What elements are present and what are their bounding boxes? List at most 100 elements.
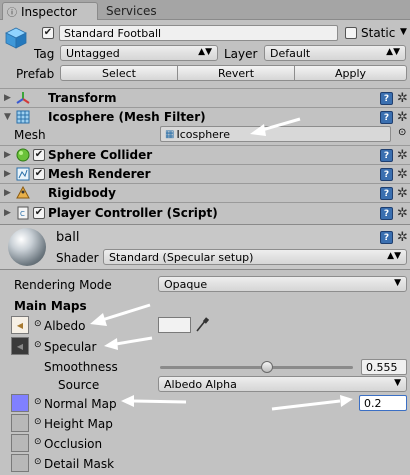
normal-map-texture-slot[interactable] (11, 394, 29, 412)
eyedropper-icon[interactable] (195, 317, 209, 333)
height-map-picker-icon[interactable]: ⊙ (34, 417, 42, 427)
annotation-arrow-albedo (90, 303, 151, 326)
help-icon[interactable]: ? (380, 92, 393, 105)
gear-icon[interactable]: ✲ (397, 168, 408, 181)
help-icon[interactable]: ? (380, 111, 393, 124)
rendering-mode-dropdown[interactable]: Opaque ▼ (158, 276, 407, 292)
foldout-arrow-icon[interactable]: ▶ (4, 150, 11, 160)
player-controller-enabled-checkbox[interactable]: ✔ (33, 207, 45, 219)
albedo-picker-icon[interactable]: ⊙ (34, 319, 42, 329)
prefab-revert-button[interactable]: Revert (177, 65, 295, 81)
shader-dropdown[interactable]: Standard (Specular setup) ▲▼ (103, 249, 407, 265)
normal-map-label: Normal Map (44, 397, 117, 411)
sphere-collider-title: Sphere Collider (48, 148, 153, 162)
gear-icon[interactable]: ✲ (397, 149, 408, 162)
albedo-color-swatch[interactable] (158, 317, 191, 333)
material-name: ball (56, 230, 80, 245)
tab-services-label: Services (106, 4, 157, 18)
player-controller-component-header[interactable]: ▶ C ✔ Player Controller (Script) ? ✲ (0, 202, 410, 224)
rigidbody-icon (16, 186, 30, 199)
occlusion-label: Occlusion (44, 437, 103, 451)
rendering-mode-label: Rendering Mode (14, 278, 112, 292)
tab-inspector-label: Inspector (21, 4, 77, 19)
object-name-value: Standard Football (64, 26, 162, 40)
albedo-texture-slot[interactable]: ◀ (11, 316, 29, 334)
occlusion-picker-icon[interactable]: ⊙ (34, 437, 42, 447)
smoothness-slider-knob[interactable] (261, 361, 274, 373)
help-icon[interactable]: ? (380, 231, 393, 244)
tag-dropdown[interactable]: Untagged ▲▼ (60, 45, 218, 61)
albedo-label: Albedo (44, 319, 86, 333)
script-file-icon: C (17, 206, 29, 220)
gear-icon[interactable]: ✲ (397, 231, 408, 244)
transform-component-header[interactable]: ▶ Transform ? ✲ (0, 88, 410, 107)
tab-inspector[interactable]: ⓘ Inspector (2, 2, 98, 20)
detail-mask-texture-slot[interactable] (11, 454, 29, 472)
specular-picker-icon[interactable]: ⊙ (34, 340, 42, 350)
static-checkbox[interactable] (345, 27, 357, 39)
mesh-filter-grid-icon (16, 110, 30, 124)
help-icon[interactable]: ? (380, 149, 393, 162)
smoothness-slider-track[interactable] (160, 366, 353, 369)
mesh-renderer-component-header[interactable]: ▶ ✔ Mesh Renderer ? ✲ (0, 164, 410, 183)
chevron-down-icon: ▼ (394, 278, 401, 288)
static-dropdown-arrow-icon[interactable]: ▼ (400, 27, 407, 37)
help-icon[interactable]: ? (380, 207, 393, 220)
help-icon[interactable]: ? (380, 168, 393, 181)
mesh-renderer-icon (16, 167, 30, 181)
main-maps-heading: Main Maps (14, 299, 87, 313)
normal-map-picker-icon[interactable]: ⊙ (34, 397, 42, 407)
foldout-arrow-icon[interactable]: ▼ (4, 112, 11, 122)
sphere-collider-icon (16, 148, 30, 162)
mesh-object-field[interactable]: ▦ Icosphere (160, 126, 391, 142)
detail-mask-label: Detail Mask (44, 457, 115, 471)
inspector-icon: ⓘ (7, 8, 17, 19)
chevron-down-icon: ▼ (394, 378, 401, 388)
normal-map-scale-value: 0.2 (364, 396, 382, 410)
height-map-label: Height Map (44, 417, 113, 431)
shader-value: Standard (Specular setup) (109, 250, 254, 264)
static-label: Static (361, 26, 396, 40)
player-controller-title: Player Controller (Script) (48, 206, 218, 220)
mesh-label: Mesh (14, 128, 46, 142)
prefab-select-button[interactable]: Select (60, 65, 178, 81)
apply-label: Apply (334, 66, 367, 80)
tag-label: Tag (34, 47, 55, 61)
layer-dropdown[interactable]: Default ▲▼ (264, 45, 406, 61)
transform-title: Transform (48, 91, 117, 105)
mesh-renderer-enabled-checkbox[interactable]: ✔ (33, 168, 45, 180)
tab-services[interactable]: Services (100, 2, 190, 20)
select-label: Select (102, 66, 136, 80)
object-name-field[interactable]: Standard Football (59, 25, 338, 41)
active-checkbox[interactable]: ✔ (42, 27, 54, 39)
specular-texture-slot[interactable]: ◀ (11, 337, 29, 355)
foldout-arrow-icon[interactable]: ▶ (4, 188, 11, 198)
source-dropdown[interactable]: Albedo Alpha ▼ (158, 376, 407, 392)
mesh-filter-component: ▼ Icosphere (Mesh Filter) ? ✲ Mesh ▦ Ico… (0, 107, 410, 145)
smoothness-value-field[interactable]: 0.555 (361, 359, 407, 375)
gear-icon[interactable]: ✲ (397, 187, 408, 200)
normal-map-scale-field[interactable]: 0.2 (359, 395, 407, 411)
layer-label: Layer (224, 47, 258, 61)
gear-icon[interactable]: ✲ (397, 111, 408, 124)
annotation-arrow-specular (104, 336, 153, 350)
height-map-texture-slot[interactable] (11, 414, 29, 432)
svg-text:C: C (20, 210, 25, 218)
sphere-collider-enabled-checkbox[interactable]: ✔ (33, 149, 45, 161)
gear-icon[interactable]: ✲ (397, 207, 408, 220)
sphere-collider-component-header[interactable]: ▶ ✔ Sphere Collider ? ✲ (0, 145, 410, 164)
gear-icon[interactable]: ✲ (397, 92, 408, 105)
specular-label: Specular (44, 340, 97, 354)
rigidbody-component-header[interactable]: ▶ Rigidbody ? ✲ (0, 183, 410, 202)
rendering-mode-value: Opaque (164, 277, 208, 291)
prefab-apply-button[interactable]: Apply (294, 65, 407, 81)
foldout-arrow-icon[interactable]: ▶ (4, 208, 11, 218)
chevron-down-icon: ▲▼ (387, 251, 401, 261)
occlusion-texture-slot[interactable] (11, 434, 29, 452)
object-picker-icon[interactable]: ⊙ (398, 127, 406, 138)
foldout-arrow-icon[interactable]: ▶ (4, 169, 11, 179)
gameobject-cube-icon (5, 27, 27, 49)
help-icon[interactable]: ? (380, 187, 393, 200)
detail-mask-picker-icon[interactable]: ⊙ (34, 457, 42, 467)
foldout-arrow-icon[interactable]: ▶ (4, 93, 11, 103)
